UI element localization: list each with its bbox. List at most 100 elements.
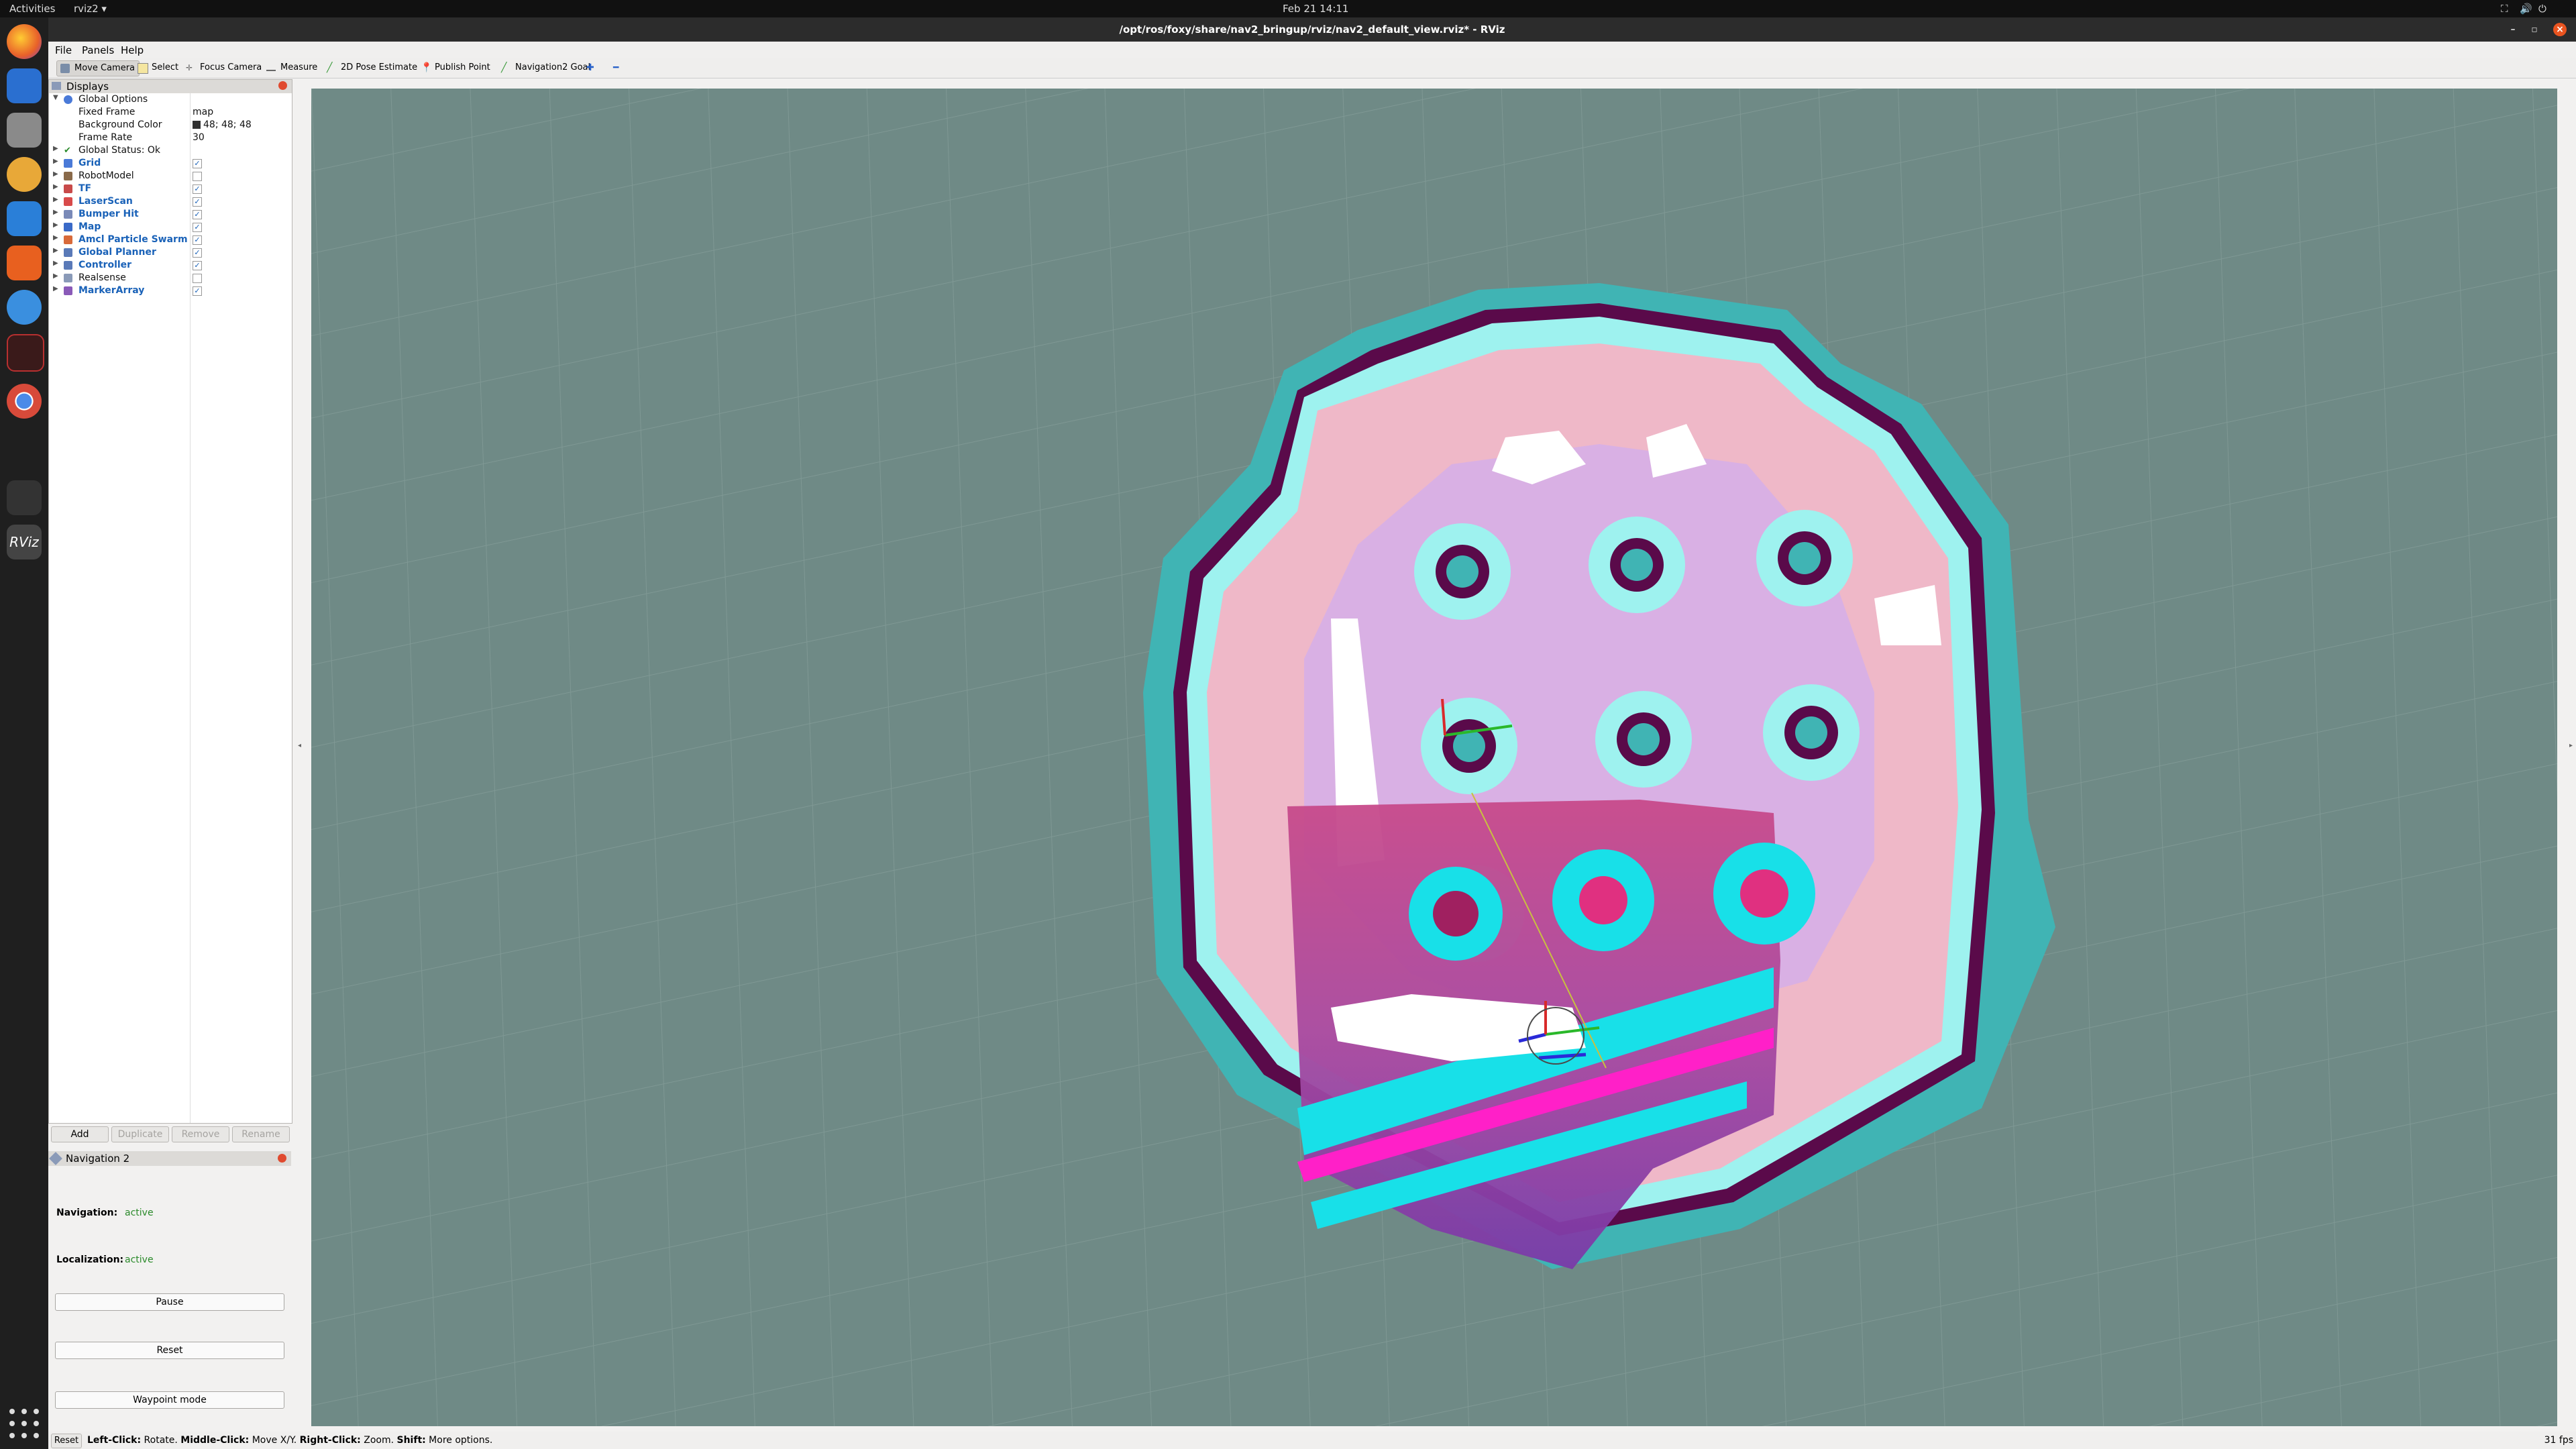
- enable-checkbox[interactable]: ✓: [193, 286, 202, 296]
- tool-move-camera[interactable]: Move Camera: [56, 60, 140, 76]
- display-item-bumper-hit[interactable]: ▶ Bumper Hit ✓: [49, 208, 292, 221]
- help-icon[interactable]: [7, 290, 42, 325]
- panel-splitter[interactable]: ◂: [298, 742, 302, 749]
- thunderbird-icon[interactable]: [7, 68, 42, 103]
- volume-icon[interactable]: 🔊: [2520, 3, 2532, 15]
- files-icon[interactable]: [7, 113, 42, 148]
- global-planner-icon: [64, 248, 72, 257]
- display-item-map[interactable]: ▶ Map ✓: [49, 221, 292, 233]
- writer-icon[interactable]: [7, 201, 42, 236]
- rhythmbox-icon[interactable]: [7, 157, 42, 192]
- display-item-label: MarkerArray: [78, 285, 145, 296]
- tree-frame-rate[interactable]: Frame Rate 30: [49, 131, 292, 144]
- pause-button[interactable]: Pause: [55, 1293, 284, 1311]
- remove-tool-button[interactable]: ━: [612, 60, 627, 75]
- display-item-robotmodel[interactable]: ▶ RobotModel: [49, 170, 292, 182]
- enable-checkbox[interactable]: ✓: [193, 261, 202, 270]
- reset-button[interactable]: Reset: [55, 1342, 284, 1359]
- enable-checkbox[interactable]: ✓: [193, 159, 202, 168]
- expand-right-icon[interactable]: ▶: [53, 196, 58, 203]
- display-item-amcl-particle-swarm[interactable]: ▶ Amcl Particle Swarm ✓: [49, 233, 292, 246]
- status-reset-button[interactable]: Reset: [51, 1434, 82, 1448]
- display-item-grid[interactable]: ▶ Grid ✓: [49, 157, 292, 170]
- expand-right-icon[interactable]: ▶: [53, 158, 58, 165]
- terminal-icon[interactable]: [7, 334, 44, 372]
- display-item-controller[interactable]: ▶ Controller ✓: [49, 259, 292, 272]
- display-item-tf[interactable]: ▶ TF ✓: [49, 182, 292, 195]
- expand-right-icon[interactable]: ▶: [53, 260, 58, 267]
- expand-right-icon[interactable]: ▶: [53, 209, 58, 216]
- display-item-global-planner[interactable]: ▶ Global Planner ✓: [49, 246, 292, 259]
- render-viewport[interactable]: [311, 89, 2557, 1426]
- expand-right-icon[interactable]: ▶: [53, 170, 58, 178]
- add-display-button[interactable]: Add: [51, 1126, 109, 1142]
- network-icon[interactable]: ⛶: [2501, 3, 2508, 15]
- menu-panels[interactable]: Panels: [82, 44, 114, 56]
- tool-select[interactable]: Select: [134, 60, 182, 75]
- menu-help[interactable]: Help: [121, 44, 144, 56]
- enable-checkbox[interactable]: [193, 172, 202, 181]
- menu-file[interactable]: File: [55, 44, 72, 56]
- enable-checkbox[interactable]: [193, 274, 202, 283]
- tool-2d-pose-estimate[interactable]: ╱ 2D Pose Estimate: [323, 60, 421, 75]
- activities-button[interactable]: Activities: [9, 3, 55, 15]
- app-menu[interactable]: rviz2 ▾: [74, 3, 107, 15]
- tree-background-color[interactable]: Background Color 48; 48; 48: [49, 119, 292, 131]
- remove-display-button[interactable]: Remove: [172, 1126, 229, 1142]
- expand-right-icon[interactable]: ▶: [53, 145, 58, 152]
- expand-right-icon[interactable]: ▶: [53, 247, 58, 254]
- minimize-button[interactable]: –: [2506, 23, 2520, 36]
- amcl-particle-swarm-icon: [64, 235, 72, 244]
- window-titlebar[interactable]: /opt/ros/foxy/share/nav2_bringup/rviz/na…: [48, 17, 2576, 42]
- enable-checkbox[interactable]: ✓: [193, 184, 202, 194]
- power-icon[interactable]: ⏻: [2538, 3, 2546, 15]
- expand-down-icon[interactable]: ▼: [53, 94, 58, 101]
- duplicate-display-button[interactable]: Duplicate: [111, 1126, 169, 1142]
- enable-checkbox[interactable]: ✓: [193, 197, 202, 207]
- navigation2-panel: Navigation 2 Navigation: active Localiza…: [48, 1151, 292, 1449]
- chrome-icon[interactable]: [7, 384, 42, 419]
- waypoint-mode-button[interactable]: Waypoint mode: [55, 1391, 284, 1409]
- sublime-icon[interactable]: [7, 480, 42, 515]
- clock[interactable]: Feb 21 14:11: [1283, 3, 1348, 15]
- navigation2-panel-header: Navigation 2: [48, 1151, 291, 1166]
- maximize-button[interactable]: ▫: [2528, 23, 2541, 36]
- right-splitter[interactable]: ▸: [2569, 742, 2573, 749]
- localization-status: active: [125, 1254, 154, 1265]
- enable-checkbox[interactable]: ✓: [193, 223, 202, 232]
- rviz-icon[interactable]: RViz: [7, 525, 42, 559]
- tool-navigation2-goal[interactable]: ╱ Navigation2 Goal: [498, 60, 594, 75]
- dock: RViz: [0, 17, 48, 1449]
- display-item-markerarray[interactable]: ▶ MarkerArray ✓: [49, 284, 292, 297]
- navigation-status: active: [125, 1208, 154, 1218]
- tool-measure[interactable]: Measure: [263, 60, 321, 75]
- expand-right-icon[interactable]: ▶: [53, 234, 58, 241]
- firefox-icon[interactable]: [7, 24, 42, 59]
- display-item-laserscan[interactable]: ▶ LaserScan ✓: [49, 195, 292, 208]
- close-button[interactable]: ×: [2553, 23, 2567, 36]
- display-item-label: RobotModel: [78, 170, 134, 181]
- tree-global-status[interactable]: ▶ ✔ Global Status: Ok: [49, 144, 292, 157]
- expand-right-icon[interactable]: ▶: [53, 221, 58, 229]
- color-swatch[interactable]: [193, 121, 201, 129]
- rename-display-button[interactable]: Rename: [232, 1126, 290, 1142]
- software-center-icon[interactable]: [7, 246, 42, 280]
- tree-global-options[interactable]: ▼ Global Options: [49, 93, 292, 106]
- display-item-realsense[interactable]: ▶ Realsense: [49, 272, 292, 284]
- show-apps-icon[interactable]: [9, 1409, 39, 1438]
- expand-right-icon[interactable]: ▶: [53, 272, 58, 280]
- add-tool-button[interactable]: ✚: [585, 60, 600, 75]
- nav2-close-icon[interactable]: [278, 1154, 286, 1163]
- displays-close-icon[interactable]: [278, 81, 287, 90]
- enable-checkbox[interactable]: ✓: [193, 235, 202, 245]
- expand-right-icon[interactable]: ▶: [53, 285, 58, 292]
- tool-publish-point[interactable]: 📍 Publish Point: [417, 60, 494, 75]
- fps-counter: 31 fps: [2544, 1435, 2573, 1446]
- enable-checkbox[interactable]: ✓: [193, 248, 202, 258]
- tool-focus-camera[interactable]: ✛ Focus Camera: [182, 60, 266, 75]
- navigation-label: Navigation:: [56, 1208, 118, 1218]
- displays-icon: [52, 82, 61, 90]
- enable-checkbox[interactable]: ✓: [193, 210, 202, 219]
- expand-right-icon[interactable]: ▶: [53, 183, 58, 191]
- tree-fixed-frame[interactable]: Fixed Frame map: [49, 106, 292, 119]
